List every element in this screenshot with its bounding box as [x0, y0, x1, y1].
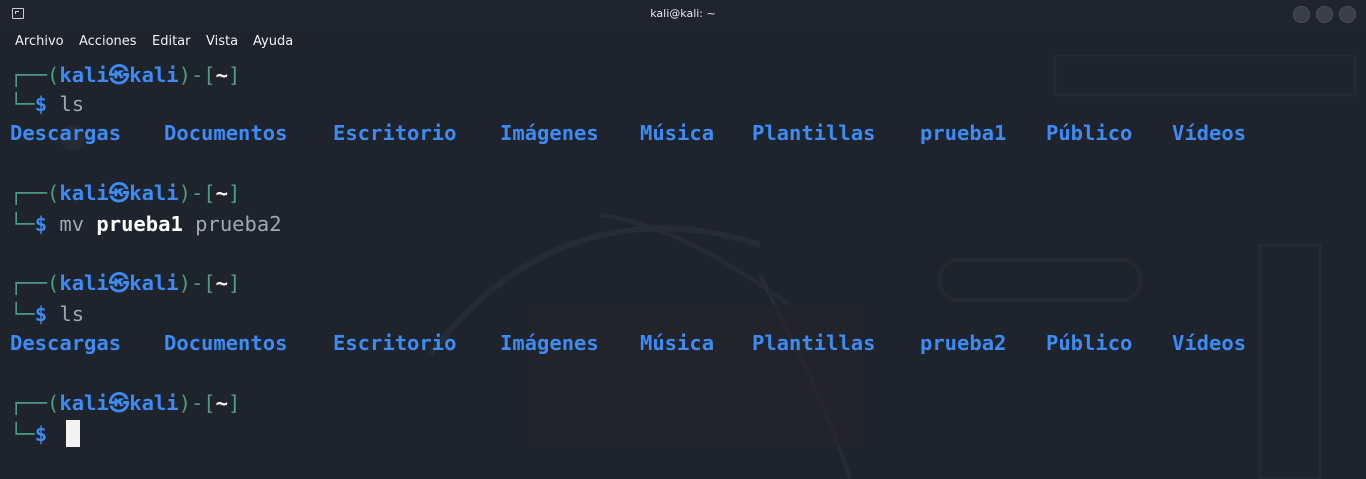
prompt-line-4: ┌──(kali㉿kali)-[~]	[10, 388, 240, 418]
command-line-3: └─$ ls	[10, 299, 84, 329]
title-bar: kali@kali: ~	[0, 0, 1366, 29]
dir-descargas: Descargas	[10, 331, 122, 355]
dir-descargas: Descargas	[10, 121, 122, 145]
menu-vista[interactable]: Vista	[206, 34, 238, 49]
dir-videos: Vídeos	[1172, 331, 1247, 355]
prompt-line-2: ┌──(kali㉿kali)-[~]	[10, 178, 240, 208]
prompt-dir: ~	[215, 271, 228, 295]
dir-imagenes: Imágenes	[500, 121, 599, 145]
dir-publico: Público	[1046, 121, 1133, 145]
terminal-area[interactable]: ┌──(kali㉿kali)-[~] └─$ ls Descargas Docu…	[0, 55, 1366, 479]
dir-publico: Público	[1046, 331, 1133, 355]
command-arg-dest: prueba2	[195, 212, 282, 236]
menu-archivo[interactable]: Archivo	[15, 34, 64, 49]
prompt-frame-open: ┌──(	[10, 391, 60, 415]
dir-videos: Vídeos	[1172, 121, 1247, 145]
dir-musica: Música	[640, 331, 715, 355]
prompt-dir: ~	[215, 63, 228, 87]
command-text: ls	[59, 92, 85, 116]
command-line-1: └─$ ls	[10, 89, 84, 119]
prompt-frame-mid: )-[	[178, 391, 216, 415]
prompt-corner: └─	[10, 212, 35, 236]
minimize-button[interactable]	[1293, 6, 1310, 23]
prompt-frame-mid: )-[	[178, 63, 216, 87]
window-title: kali@kali: ~	[650, 7, 716, 20]
prompt-host: kali	[129, 271, 179, 295]
dir-plantillas: Plantillas	[752, 331, 876, 355]
prompt-at-symbol: ㉿	[108, 181, 130, 205]
prompt-dollar: $	[34, 422, 48, 446]
prompt-at-symbol: ㉿	[108, 63, 130, 87]
prompt-frame-mid: )-[	[178, 181, 216, 205]
menu-editar[interactable]: Editar	[152, 34, 191, 49]
close-button[interactable]	[1339, 6, 1356, 23]
dir-musica: Música	[640, 121, 715, 145]
prompt-corner: └─	[10, 422, 35, 446]
dir-documentos: Documentos	[164, 121, 288, 145]
prompt-dollar: $	[34, 212, 48, 236]
prompt-host: kali	[129, 391, 179, 415]
dir-plantillas: Plantillas	[752, 121, 876, 145]
prompt-dollar: $	[34, 92, 48, 116]
menu-ayuda[interactable]: Ayuda	[253, 34, 293, 49]
prompt-line-3: ┌──(kali㉿kali)-[~]	[10, 268, 240, 298]
command-line-4: └─$	[10, 419, 47, 449]
menu-bar: Archivo Acciones Editar Vista Ayuda	[0, 29, 1366, 55]
dir-prueba1: prueba1	[920, 121, 1007, 145]
prompt-user: kali	[59, 181, 109, 205]
prompt-frame-end: ]	[228, 181, 241, 205]
prompt-dir: ~	[215, 181, 228, 205]
dir-documentos: Documentos	[164, 331, 288, 355]
prompt-corner: └─	[10, 92, 35, 116]
prompt-frame-end: ]	[228, 271, 241, 295]
command-text: ls	[59, 302, 85, 326]
maximize-button[interactable]	[1316, 6, 1333, 23]
dir-imagenes: Imágenes	[500, 331, 599, 355]
command-arg-source: prueba1	[96, 212, 183, 236]
text-cursor	[66, 420, 80, 447]
prompt-host: kali	[129, 181, 179, 205]
dir-escritorio: Escritorio	[333, 331, 457, 355]
prompt-user: kali	[59, 271, 109, 295]
dir-escritorio: Escritorio	[333, 121, 457, 145]
prompt-host: kali	[129, 63, 179, 87]
prompt-corner: └─	[10, 302, 35, 326]
prompt-frame-open: ┌──(	[10, 271, 60, 295]
prompt-dollar: $	[34, 302, 48, 326]
menu-acciones[interactable]: Acciones	[79, 34, 137, 49]
prompt-frame-mid: )-[	[178, 271, 216, 295]
command-name: mv	[59, 212, 85, 236]
prompt-at-symbol: ㉿	[108, 271, 130, 295]
prompt-user: kali	[59, 63, 109, 87]
prompt-at-symbol: ㉿	[108, 391, 130, 415]
command-line-2: └─$ mv prueba1 prueba2	[10, 209, 282, 239]
prompt-user: kali	[59, 391, 109, 415]
dir-prueba2: prueba2	[920, 331, 1007, 355]
prompt-line-1: ┌──(kali㉿kali)-[~]	[10, 60, 240, 90]
prompt-dir: ~	[215, 391, 228, 415]
prompt-frame-end: ]	[228, 63, 241, 87]
prompt-frame-open: ┌──(	[10, 63, 60, 87]
prompt-frame-open: ┌──(	[10, 181, 60, 205]
prompt-frame-end: ]	[228, 391, 241, 415]
